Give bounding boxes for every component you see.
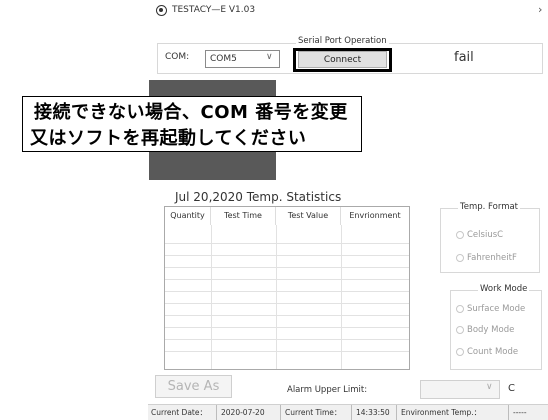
status-separator [351,405,352,420]
alarm-upper-limit-label: Alarm Upper Limit: [287,385,368,395]
serial-port-caption: Serial Port Operation [296,36,389,46]
chevron-down-icon[interactable]: ∨ [486,382,493,392]
window-title: TESTACY—E V1.03 [172,5,256,15]
stats-title: Jul 20,2020 Temp. Statistics [175,190,342,204]
environment-temp-label: Environment Temp.： [401,408,482,417]
row-divider [165,291,409,292]
row-divider [165,327,409,328]
environment-temp-value: ----- [513,408,527,417]
current-date-value: 2020-07-20 [221,408,265,417]
app-logo-icon [156,5,167,16]
temp-format-caption: Temp. Format [458,202,521,212]
current-time-label: Current Time： [285,408,342,417]
row-divider [165,255,409,256]
fahrenheit-radio[interactable] [456,254,464,262]
chevron-right-icon[interactable]: › [538,3,542,16]
column-divider [211,225,212,369]
connection-status: fail [454,50,474,65]
column-divider [341,225,342,369]
row-divider [165,315,409,316]
table-header-environment[interactable]: Envrionment [341,207,409,225]
status-separator [396,405,397,420]
current-time-value: 14:33:50 [356,408,390,417]
table-header-quantity[interactable]: Quantity [165,207,211,225]
count-mode-radio[interactable] [456,348,464,356]
surface-mode-label: Surface Mode [467,304,526,314]
chevron-down-icon[interactable]: ∨ [266,52,273,62]
row-divider [165,303,409,304]
status-separator [216,405,217,420]
table-header-test-time[interactable]: Test Time [211,207,276,225]
connect-button[interactable]: Connect [298,51,387,68]
work-mode-caption: Work Mode [478,284,530,294]
fahrenheit-label: FahrenheitF [467,253,517,263]
celsius-radio[interactable] [456,231,464,239]
row-divider [165,267,409,268]
table-header-test-value[interactable]: Test Value [276,207,341,225]
body-mode-radio[interactable] [456,326,464,334]
com-label: COM: [165,52,190,62]
row-divider [165,279,409,280]
count-mode-label: Count Mode [467,347,519,357]
alarm-unit: C [508,383,515,394]
celsius-label: CelsiusC [467,230,504,240]
temp-format-group [440,208,540,273]
status-separator [508,405,509,420]
callout-line-1: 接続できない場合、COM 番号を変更 [34,102,348,123]
surface-mode-radio[interactable] [456,305,464,313]
statistics-table[interactable]: Quantity Test Time Test Value Envrionmen… [164,206,410,370]
row-divider [165,243,409,244]
save-as-button[interactable]: Save As [155,375,232,398]
row-divider [165,339,409,340]
callout-line-2: 又はソフトを再起動してください [30,128,307,149]
status-separator [280,405,281,420]
current-date-label: Current Date： [151,408,207,417]
body-mode-label: Body Mode [467,325,515,335]
row-divider [165,351,409,352]
column-divider [276,225,277,369]
